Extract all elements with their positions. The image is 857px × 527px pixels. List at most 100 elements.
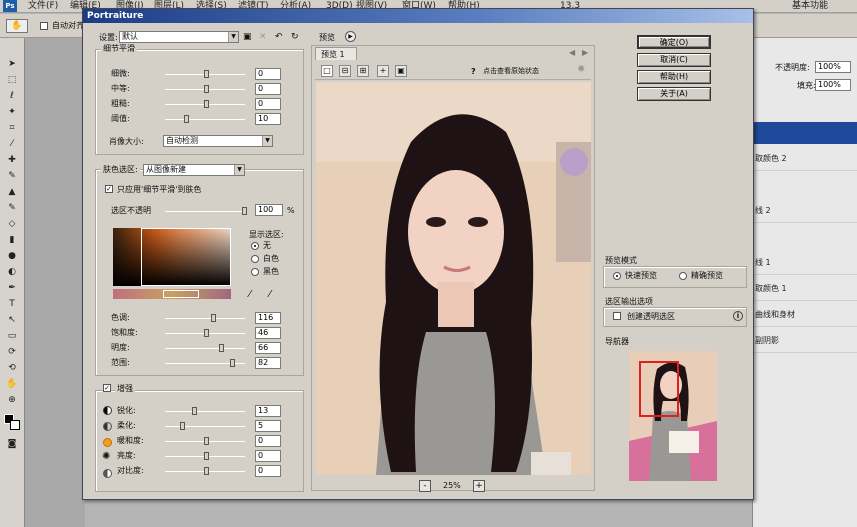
layer-row[interactable]: 取颜色 1 (753, 276, 857, 301)
mask-opacity-slider[interactable] (165, 207, 247, 215)
slider-thumb[interactable] (230, 359, 235, 367)
layer-row[interactable]: 线 2 (753, 198, 857, 223)
enhance-input[interactable]: 0 (255, 450, 281, 462)
slider-thumb[interactable] (204, 452, 209, 460)
detail-slider[interactable] (165, 115, 245, 123)
refresh-icon[interactable]: ↻ (291, 32, 299, 42)
move-tool-icon[interactable]: ➤ (4, 58, 20, 70)
enhance-slider[interactable] (165, 407, 245, 415)
lasso-tool-icon[interactable]: ℓ (4, 90, 20, 102)
slider-thumb[interactable] (204, 329, 209, 337)
detail-slider[interactable] (165, 70, 245, 78)
skin-input[interactable]: 116 (255, 312, 281, 324)
help-button[interactable]: 帮助(H) (637, 70, 711, 84)
undo-icon[interactable]: ↶ (275, 32, 283, 42)
slider-thumb[interactable] (204, 100, 209, 108)
marquee-tool-icon[interactable]: ⬚ (4, 74, 20, 86)
skin-input[interactable]: 66 (255, 342, 281, 354)
display-black-radio[interactable] (251, 268, 259, 276)
enhance-slider[interactable] (165, 467, 245, 475)
layer-row[interactable]: 取颜色 2 (753, 146, 857, 171)
accurate-preview-radio[interactable] (679, 272, 687, 280)
dodge-tool-icon[interactable]: ◐ (4, 266, 20, 278)
eyedropper-plus-icon[interactable]: ⁄ (269, 289, 271, 300)
enhance-slider[interactable] (165, 452, 245, 460)
detail-slider[interactable] (165, 100, 245, 108)
detail-slider[interactable] (165, 85, 245, 93)
slider-thumb[interactable] (204, 467, 209, 475)
slider-thumb[interactable] (204, 70, 209, 78)
navigator-thumbnail[interactable] (629, 351, 717, 481)
portrait-size-select[interactable]: 自动检测 ▼ (163, 135, 273, 147)
enhance-input[interactable]: 0 (255, 435, 281, 447)
snapshot-icon[interactable]: ▣ (395, 65, 407, 77)
apply-to-skin-checkbox[interactable]: ✓ (105, 185, 113, 193)
skin-range-box[interactable] (141, 228, 231, 286)
menu-file[interactable]: 文件(F) (28, 0, 58, 12)
save-icon[interactable]: ▣ (243, 32, 252, 42)
skin-slider[interactable] (165, 314, 245, 322)
layer-fill-input[interactable]: 100% (815, 79, 851, 91)
crop-tool-icon[interactable]: ⌗ (4, 122, 20, 134)
skin-input[interactable]: 46 (255, 327, 281, 339)
detail-input[interactable]: 0 (255, 68, 281, 80)
enhance-input[interactable]: 13 (255, 405, 281, 417)
layer-row[interactable]: 曲线和身材 (753, 302, 857, 327)
layer-row-selected[interactable] (753, 122, 857, 144)
auto-select-checkbox[interactable] (40, 22, 48, 30)
enhance-input[interactable]: 0 (255, 465, 281, 477)
slider-thumb[interactable] (180, 422, 185, 430)
detail-input[interactable]: 10 (255, 113, 281, 125)
magic-wand-icon[interactable]: ✦ (4, 106, 20, 118)
slider-thumb[interactable] (211, 314, 216, 322)
help-icon[interactable]: ? (471, 67, 476, 76)
eyedropper-icon[interactable]: ⁄ (4, 138, 20, 150)
navigator-view-box[interactable] (639, 361, 679, 417)
skin-source-select[interactable]: 从图像新建 ▼ (143, 164, 245, 176)
hue-range-marker[interactable] (163, 290, 199, 298)
layer-row[interactable]: 副阴影 (753, 328, 857, 353)
type-tool-icon[interactable]: T (4, 298, 20, 310)
settings-select[interactable]: 默认 ▼ (119, 31, 239, 43)
zoom-in-button[interactable]: + (473, 480, 485, 492)
cancel-button[interactable]: 取消(C) (637, 53, 711, 67)
path-select-icon[interactable]: ↖ (4, 314, 20, 326)
play-icon[interactable]: ▶ (345, 31, 356, 42)
tab-prev-icon[interactable]: ◀ (569, 48, 575, 57)
shape-tool-icon[interactable]: ▭ (4, 330, 20, 342)
enhance-slider[interactable] (165, 437, 245, 445)
skin-slider[interactable] (165, 344, 245, 352)
tab-preview-1[interactable]: 预览 1 (315, 47, 357, 60)
slider-thumb[interactable] (204, 85, 209, 93)
tab-next-icon[interactable]: ▶ (582, 48, 588, 57)
slider-thumb[interactable] (204, 437, 209, 445)
split-horizontal-icon[interactable]: ⊟ (339, 65, 351, 77)
split-vertical-icon[interactable]: ⊞ (357, 65, 369, 77)
create-mask-checkbox[interactable] (613, 312, 621, 320)
slider-thumb[interactable] (219, 344, 224, 352)
layer-opacity-input[interactable]: 100% (815, 61, 851, 73)
eyedropper-icon[interactable]: ⁄ (249, 289, 251, 300)
hand-tool-icon[interactable]: ✋ (6, 19, 28, 33)
detail-input[interactable]: 0 (255, 83, 281, 95)
zoom-out-button[interactable]: - (419, 480, 431, 492)
slider-thumb[interactable] (192, 407, 197, 415)
skin-slider[interactable] (165, 329, 245, 337)
gear-icon[interactable]: ✹ (577, 64, 585, 75)
3d-orbit-icon[interactable]: ⟲ (4, 362, 20, 374)
fast-preview-radio[interactable] (613, 272, 621, 280)
delete-icon[interactable]: ✕ (259, 32, 267, 42)
enhance-input[interactable]: 5 (255, 420, 281, 432)
display-none-radio[interactable] (251, 242, 259, 250)
enhancement-checkbox[interactable]: ✓ (103, 384, 111, 392)
detail-input[interactable]: 0 (255, 98, 281, 110)
skin-slider[interactable] (165, 359, 245, 367)
brush-tool-icon[interactable]: ✎ (4, 170, 20, 182)
eraser-tool-icon[interactable]: ◇ (4, 218, 20, 230)
3d-rotate-icon[interactable]: ⟳ (4, 346, 20, 358)
about-button[interactable]: 关于(A) (637, 87, 711, 101)
gradient-tool-icon[interactable]: ▮ (4, 234, 20, 246)
healing-brush-icon[interactable]: ✚ (4, 154, 20, 166)
history-brush-icon[interactable]: ✎ (4, 202, 20, 214)
pen-tool-icon[interactable]: ✒ (4, 282, 20, 294)
